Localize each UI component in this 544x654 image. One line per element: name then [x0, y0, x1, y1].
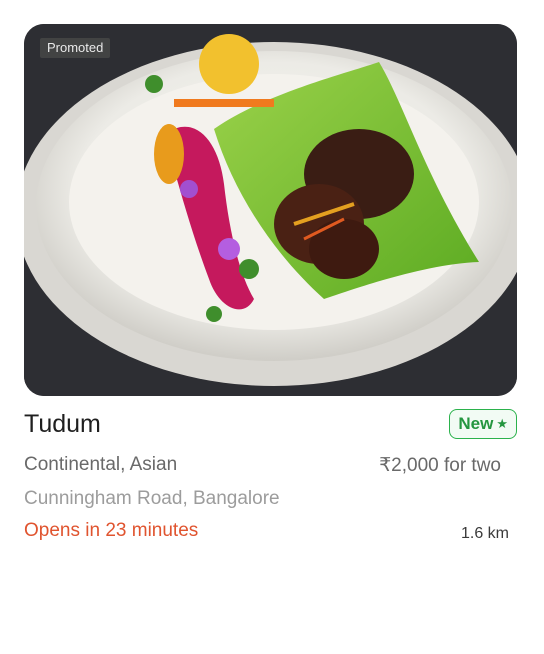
- new-badge-label: New: [458, 414, 494, 433]
- restaurant-image[interactable]: Promoted: [24, 24, 517, 396]
- food-photo: [24, 24, 517, 396]
- distance-text: 1.6 km: [460, 525, 509, 542]
- promoted-tag: Promoted: [40, 38, 111, 58]
- price-for-two: ₹2,000 for two: [379, 455, 501, 476]
- new-badge: New ★: [449, 409, 517, 439]
- restaurant-name[interactable]: Tudum: [24, 410, 101, 439]
- opening-status: Opens in 23 minutes: [24, 520, 199, 541]
- restaurant-card[interactable]: Promoted Tudum New ★ Continental, Asian …: [24, 24, 517, 542]
- star-icon: ★: [496, 416, 508, 431]
- cuisine-text: Continental, Asian: [24, 454, 178, 475]
- locality-text: Cunningham Road, Bangalore: [24, 488, 280, 509]
